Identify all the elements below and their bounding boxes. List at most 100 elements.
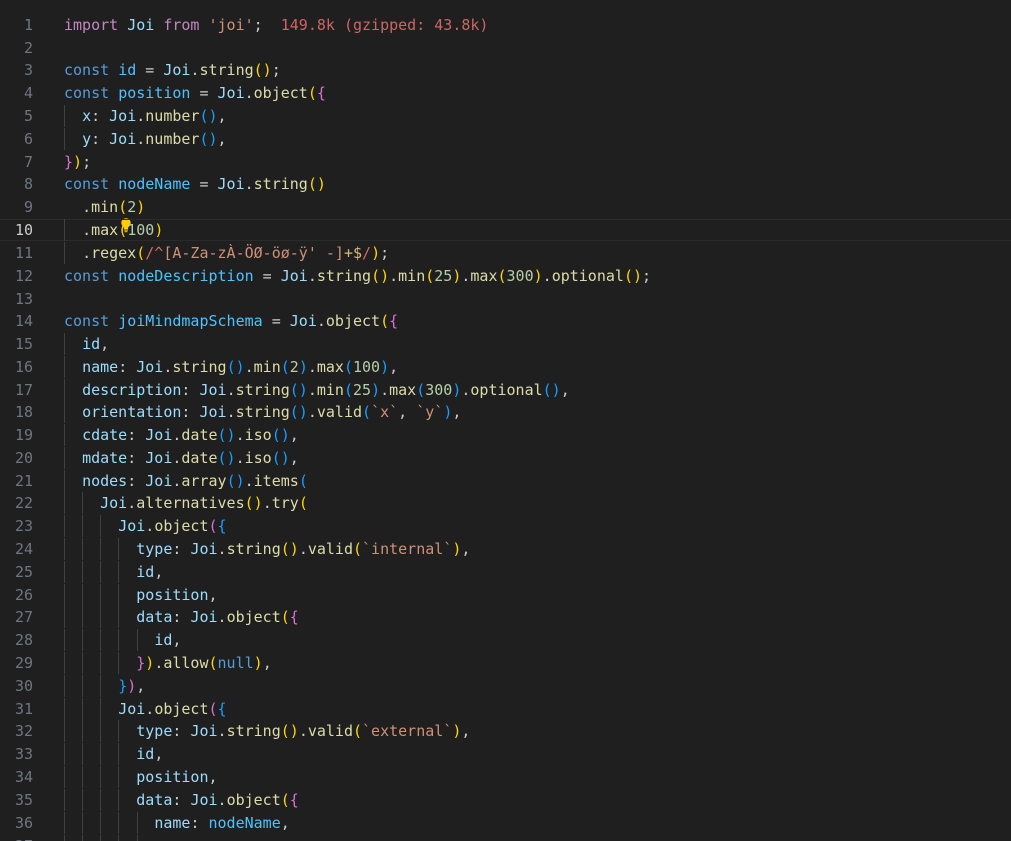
code-line[interactable]: 23 Joi.object({: [0, 515, 1011, 537]
punctuation: :: [91, 130, 110, 148]
code-line[interactable]: 24 type: Joi.string().valid(`internal`),: [0, 538, 1011, 560]
property-key: name: [154, 814, 191, 832]
code-line[interactable]: 34 position,: [0, 766, 1011, 788]
code-line[interactable]: 9 .min(2): [0, 196, 1011, 233]
property-key: nodes: [82, 472, 128, 490]
code-line[interactable]: 16 name: Joi.string().min(2).max(100),: [0, 356, 1011, 378]
code-line[interactable]: 1 import Joi from 'joi'; 149.8k (gzipped…: [0, 14, 1011, 36]
function-name: date: [181, 449, 218, 467]
code-line[interactable]: 26 position,: [0, 584, 1011, 606]
code-line[interactable]: 20 mdate: Joi.date().iso(),: [0, 447, 1011, 469]
identifier: Joi: [109, 130, 137, 148]
code-line[interactable]: 33 id,: [0, 743, 1011, 765]
bracket: (: [416, 381, 426, 399]
code-line[interactable]: 17 description: Joi.string().min(25).max…: [0, 379, 1011, 401]
line-number: 2: [23, 39, 33, 57]
number-literal: 100: [127, 221, 155, 239]
string: 'joi': [208, 16, 254, 34]
punctuation: .: [307, 267, 317, 285]
code-line[interactable]: 3 const id = Joi.string();: [0, 59, 1011, 81]
code-line[interactable]: 4 const position = Joi.object({: [0, 82, 1011, 104]
line-number: 9: [23, 198, 33, 216]
punctuation: .: [136, 130, 146, 148]
bracket: ): [127, 677, 137, 695]
function-name: array: [181, 472, 227, 490]
bracket: (: [343, 358, 353, 376]
code-line[interactable]: 18 orientation: Joi.string().valid(`x`, …: [0, 401, 1011, 423]
indent-guide: [64, 835, 65, 841]
bracket: (): [199, 107, 218, 125]
line-number: 26: [14, 586, 33, 604]
code-line[interactable]: 31 Joi.object({: [0, 698, 1011, 720]
punctuation: .: [82, 221, 92, 239]
function-name: valid: [307, 722, 353, 740]
function-name: string: [235, 381, 290, 399]
keyword: import: [64, 16, 119, 34]
bracket: (: [118, 221, 128, 239]
code-line[interactable]: 37: [0, 835, 1011, 841]
code-line[interactable]: 5 x: Joi.number(),: [0, 105, 1011, 127]
line-number: 37: [0, 835, 33, 841]
punctuation: ,: [461, 722, 471, 740]
punctuation: ,: [389, 358, 399, 376]
bracket: (): [217, 426, 236, 444]
code-line[interactable]: 8 const nodeName = Joi.string(): [0, 173, 1011, 195]
bracket: (): [226, 472, 245, 490]
line-number: 18: [14, 403, 33, 421]
code-line[interactable]: 12 const nodeDescription = Joi.string().…: [0, 265, 1011, 287]
line-number: 25: [14, 563, 33, 581]
code-line[interactable]: 21 nodes: Joi.array().items(: [0, 470, 1011, 492]
regex: +$: [343, 244, 363, 262]
number-literal: 2: [289, 358, 299, 376]
property-key: orientation: [82, 403, 182, 421]
code-editor[interactable]: 1 import Joi from 'joi'; 149.8k (gzipped…: [0, 0, 1011, 841]
code-line[interactable]: 7 });: [0, 151, 1011, 173]
code-line[interactable]: 22 Joi.alternatives().try(: [0, 492, 1011, 514]
function-name: string: [226, 722, 281, 740]
identifier: Joi: [190, 608, 218, 626]
bracket: (: [343, 381, 353, 399]
number-literal: 300: [506, 267, 534, 285]
function-name: max: [470, 267, 498, 285]
punctuation: .: [136, 107, 146, 125]
code-line[interactable]: 35 data: Joi.object({: [0, 789, 1011, 811]
code-line[interactable]: 15 id,: [0, 333, 1011, 355]
bracket: ): [298, 358, 308, 376]
code-line[interactable]: 6 y: Joi.number(),: [0, 128, 1011, 150]
line-number: 20: [14, 449, 33, 467]
line-number: 36: [14, 814, 33, 832]
punctuation: =: [190, 84, 218, 102]
function-name: min: [253, 358, 281, 376]
code-line[interactable]: 25 id,: [0, 561, 1011, 583]
code-line[interactable]: 19 cdate: Joi.date().iso(),: [0, 424, 1011, 446]
bracket: (: [497, 267, 507, 285]
code-line-current[interactable]: 10 .max(100): [0, 219, 1011, 241]
code-line[interactable]: 28 id,: [0, 629, 1011, 651]
code-line[interactable]: 30 }),: [0, 675, 1011, 697]
code-line[interactable]: 11 .regex(/^[A-Za-zÀ-ÖØ-öø-ÿ' -]+$/);: [0, 242, 1011, 264]
punctuation: :: [190, 814, 209, 832]
identifier: Joi: [190, 722, 218, 740]
punctuation: ;: [271, 61, 281, 79]
punctuation: =: [262, 312, 290, 330]
code-line[interactable]: 32 type: Joi.string().valid(`external`),: [0, 720, 1011, 742]
punctuation: ,: [217, 130, 227, 148]
punctuation: =: [136, 61, 164, 79]
punctuation: .: [226, 381, 236, 399]
identifier: Joi: [145, 426, 173, 444]
punctuation: :: [181, 381, 200, 399]
indent-guide: [82, 835, 83, 841]
code-line[interactable]: 14 const joiMindmapSchema = Joi.object({: [0, 310, 1011, 332]
punctuation: .: [298, 540, 308, 558]
code-line[interactable]: 27 data: Joi.object({: [0, 606, 1011, 628]
punctuation: ,: [208, 768, 218, 786]
punctuation: ,: [154, 745, 164, 763]
bracket: (): [289, 381, 308, 399]
code-line[interactable]: 29 }).allow(null),: [0, 652, 1011, 674]
function-name: object: [154, 700, 209, 718]
bracket: ): [380, 358, 390, 376]
code-line[interactable]: 2: [0, 37, 1011, 59]
code-line[interactable]: 36 name: nodeName,: [0, 812, 1011, 834]
code-line[interactable]: 13: [0, 288, 1011, 310]
keyword: const: [64, 175, 110, 193]
